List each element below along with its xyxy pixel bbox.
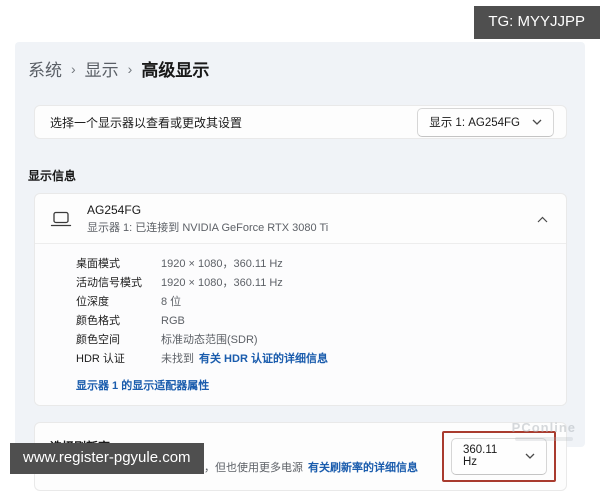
- detail-value: 未找到: [161, 353, 194, 365]
- display-selector-label: 选择一个显示器以查看或更改其设置: [50, 115, 243, 130]
- detail-label: 桌面模式: [76, 258, 120, 270]
- monitor-name: AG254FG: [87, 203, 142, 217]
- monitor-info-header[interactable]: AG254FG 显示器 1: 已连接到 NVIDIA GeForce RTX 3…: [35, 194, 566, 243]
- refresh-rate-dropdown[interactable]: 360.11 Hz: [451, 438, 547, 475]
- pconline-watermark: PConline: [512, 420, 576, 441]
- monitor-titles: AG254FG 显示器 1: 已连接到 NVIDIA GeForce RTX 3…: [87, 203, 328, 235]
- chevron-down-icon: [525, 450, 535, 462]
- display-adapter-properties-link[interactable]: 显示器 1 的显示适配器属性: [76, 380, 209, 392]
- detail-value: 标准动态范围(SDR): [161, 334, 258, 346]
- breadcrumb-display[interactable]: 显示: [85, 56, 119, 81]
- display-selector-card: 选择一个显示器以查看或更改其设置 显示 1: AG254FG: [34, 105, 567, 139]
- display-selector-dropdown[interactable]: 显示 1: AG254FG: [417, 107, 554, 137]
- watermark-url-bottom: www.register-pgyule.com: [10, 443, 204, 474]
- advanced-display-panel: 系统 › 显示 › 高级显示 选择一个显示器以查看或更改其设置 显示 1: AG…: [15, 42, 585, 491]
- hdr-cert-details-link[interactable]: 有关 HDR 认证的详细信息: [199, 353, 328, 365]
- watermark-tag-top: TG: MYYJJPP: [474, 6, 600, 39]
- refresh-rate-value: 360.11 Hz: [463, 444, 498, 468]
- detail-label: 颜色空间: [76, 334, 120, 346]
- section-title-display-info: 显示信息: [28, 169, 77, 183]
- detail-value: 1920 × 1080，360.11 Hz: [161, 258, 283, 270]
- detail-value: 8 位: [161, 296, 182, 308]
- breadcrumb-system[interactable]: 系统: [28, 56, 62, 81]
- detail-value: 1920 × 1080，360.11 Hz: [161, 277, 283, 289]
- monitor-details: 桌面模式 1920 × 1080，360.11 Hz 活动信号模式 1920 ×…: [35, 243, 566, 405]
- detail-label: 颜色格式: [76, 315, 120, 327]
- breadcrumb: 系统 › 显示 › 高级显示: [15, 42, 585, 81]
- detail-label: HDR 认证: [76, 353, 125, 365]
- chevron-up-icon[interactable]: [537, 210, 548, 228]
- breadcrumb-separator: ›: [127, 61, 133, 77]
- detail-value: RGB: [161, 315, 185, 327]
- detail-label: 活动信号模式: [76, 277, 142, 289]
- detail-row-desktop-mode: 桌面模式 1920 × 1080，360.11 Hz: [76, 255, 552, 274]
- breadcrumb-separator: ›: [71, 61, 76, 77]
- detail-row-hdr-cert: HDR 认证 未找到 有关 HDR 认证的详细信息: [76, 350, 552, 369]
- refresh-rate-details-link[interactable]: 有关刷新率的详细信息: [308, 462, 418, 474]
- pconline-watermark-text: PConline: [511, 420, 576, 435]
- detail-label: 位深度: [76, 296, 109, 308]
- chevron-down-icon: [532, 116, 542, 128]
- detail-row-color-space: 颜色空间 标准动态范围(SDR): [76, 331, 552, 350]
- monitor-icon: [50, 210, 72, 228]
- pconline-watermark-subline: [514, 437, 573, 441]
- detail-row-color-format: 颜色格式 RGB: [76, 312, 552, 331]
- page-title: 高级显示: [141, 61, 210, 80]
- monitor-info-card: AG254FG 显示器 1: 已连接到 NVIDIA GeForce RTX 3…: [34, 193, 567, 406]
- detail-row-bit-depth: 位深度 8 位: [76, 293, 552, 312]
- detail-row-signal-mode: 活动信号模式 1920 × 1080，360.11 Hz: [76, 274, 552, 293]
- monitor-connection: 显示器 1: 已连接到 NVIDIA GeForce RTX 3080 Ti: [87, 222, 329, 234]
- display-selector-value: 显示 1: AG254FG: [429, 116, 520, 129]
